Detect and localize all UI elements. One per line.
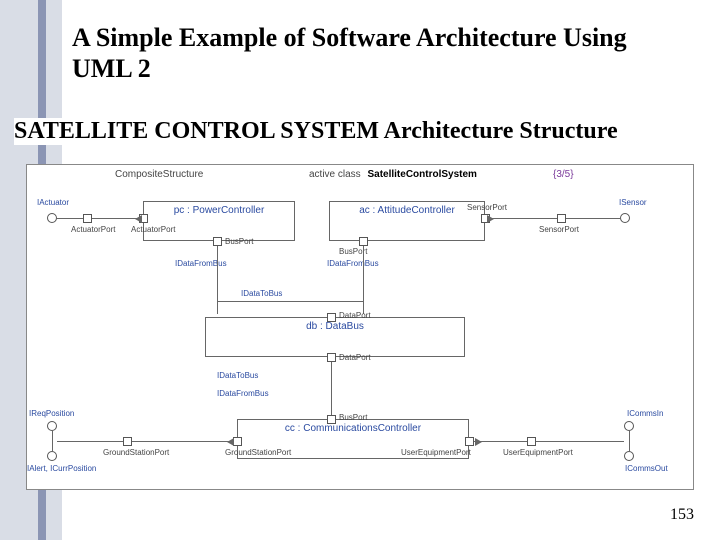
frame-index: {3/5} (553, 169, 574, 180)
isensor-lollipop-icon (620, 213, 630, 223)
icommsin-lollipop-icon (624, 421, 634, 431)
ireqposition-label: IReqPosition (29, 409, 74, 418)
icommsin-label: ICommsIn (627, 409, 663, 418)
icommsout-lollipop-icon (624, 451, 634, 461)
db-data-port-top (327, 313, 336, 322)
component-pc-label: pc : PowerController (144, 205, 294, 216)
arrow-icon (135, 215, 142, 223)
connector-line (217, 301, 363, 302)
idatatobus-bottom-label: IDataToBus (217, 371, 258, 380)
iactuator-lollipop-icon (47, 213, 57, 223)
frame-class-name: SatelliteControlSystem (367, 169, 476, 180)
db-data-port-bottom-label: DataPort (339, 353, 371, 362)
connector-line (57, 218, 143, 219)
pc-bus-port (213, 237, 222, 246)
db-data-port-top-label: DataPort (339, 311, 371, 320)
uml-composite-structure-frame: CompositeStructure active class Satellit… (26, 164, 694, 490)
frame-sensor-port (557, 214, 566, 223)
arrow-icon (487, 215, 494, 223)
component-db-label: db : DataBus (206, 321, 464, 332)
frame-keyword-label: active class SatelliteControlSystem (309, 169, 477, 180)
connector-line (52, 431, 53, 441)
connector-line (474, 441, 624, 442)
connector-line (331, 362, 332, 416)
pc-bus-port-label: BusPort (225, 237, 253, 246)
cc-bus-port (327, 415, 336, 424)
cc-user-equipment-port (465, 437, 474, 446)
page-number: 153 (670, 506, 694, 524)
frame-ground-port-label: GroundStationPort (103, 448, 169, 457)
component-power-controller: pc : PowerController (143, 201, 295, 241)
component-data-bus: db : DataBus (205, 317, 465, 357)
slide-title: A Simple Example of Software Architectur… (72, 22, 632, 84)
ireqposition-lollipop-icon (47, 421, 57, 431)
frame-actuator-port (83, 214, 92, 223)
cc-user-equipment-port-label: UserEquipmentPort (401, 448, 471, 457)
cc-ground-port-left-label: GroundStationPort (225, 448, 291, 457)
ac-bus-port (359, 237, 368, 246)
ac-sensor-port-label: SensorPort (467, 203, 507, 212)
component-attitude-controller: ac : AttitudeController (329, 201, 485, 241)
isensor-label: ISensor (619, 198, 647, 207)
db-data-port-bottom (327, 353, 336, 362)
ac-datafrombus-label: IDataFromBus (327, 259, 379, 268)
connector-line (57, 441, 233, 442)
ialert-icurrposition-label: IAlert, ICurrPosition (27, 464, 96, 473)
frame-ground-station-port (123, 437, 132, 446)
connector-line (217, 246, 218, 314)
connector-line (52, 441, 53, 451)
component-cc-label: cc : CommunicationsController (238, 423, 468, 434)
frame-kind-label: CompositeStructure (115, 169, 203, 180)
frame-keyword: active class (309, 169, 361, 180)
pc-datafrombus-label: IDataFromBus (175, 259, 227, 268)
ialert-lollipop-icon (47, 451, 57, 461)
idatatobus-top-label: IDataToBus (241, 289, 282, 298)
frame-user-equipment-port-label: UserEquipmentPort (503, 448, 573, 457)
frame-user-equipment-port (527, 437, 536, 446)
idatafrombus-bottom-label: IDataFromBus (217, 389, 269, 398)
connector-line (363, 246, 364, 314)
cc-bus-port-label: BusPort (339, 413, 367, 422)
connector-line (490, 218, 620, 219)
arrow-icon (475, 438, 482, 446)
component-ac-label: ac : AttitudeController (330, 205, 484, 216)
cc-ground-port-left (233, 437, 242, 446)
pc-actuator-port-label: ActuatorPort (131, 225, 175, 234)
icommsout-label: ICommsOut (625, 464, 668, 473)
iactuator-label: IActuator (37, 198, 69, 207)
connector-line (629, 441, 630, 451)
connector-line (629, 431, 630, 441)
sensor-port-label: SensorPort (539, 225, 579, 234)
arrow-icon (227, 438, 234, 446)
slide-subtitle: SATELLITE CONTROL SYSTEM Architecture St… (14, 118, 714, 145)
actuator-port-label: ActuatorPort (71, 225, 115, 234)
